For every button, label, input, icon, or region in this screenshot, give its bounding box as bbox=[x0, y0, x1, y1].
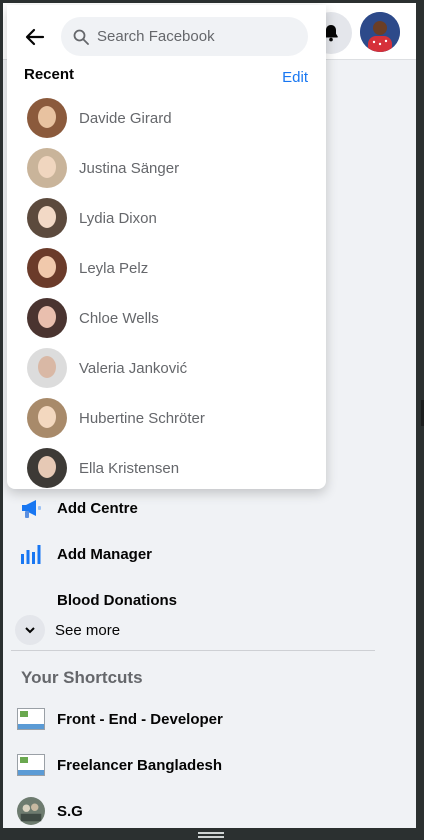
shortcut-sg[interactable]: S.G bbox=[17, 791, 83, 828]
recent-name: Leyla Pelz bbox=[79, 259, 149, 277]
back-button[interactable] bbox=[19, 21, 51, 53]
edit-link[interactable]: Edit bbox=[282, 69, 308, 86]
broken-image-icon bbox=[17, 705, 45, 733]
search-icon bbox=[73, 29, 89, 45]
recent-item-lydia-dixon[interactable]: Lydia Dixon bbox=[27, 193, 317, 243]
bar-chart-icon bbox=[17, 540, 45, 568]
nav-item-label: Add Manager bbox=[57, 545, 153, 563]
broken-image-icon bbox=[17, 751, 45, 779]
resize-handle[interactable] bbox=[198, 832, 224, 834]
search-box[interactable] bbox=[61, 17, 308, 56]
recent-item-chloe-wells[interactable]: Chloe Wells bbox=[27, 293, 317, 343]
avatar bbox=[27, 448, 67, 488]
shortcut-label: Freelancer Bangladesh bbox=[57, 756, 223, 774]
see-more-button[interactable]: See more bbox=[15, 610, 120, 650]
arrow-left-icon bbox=[25, 28, 45, 46]
recent-item-leyla-pelz[interactable]: Leyla Pelz bbox=[27, 243, 317, 293]
shortcut-freelancer-bangladesh[interactable]: Freelancer Bangladesh bbox=[17, 745, 222, 785]
search-input[interactable] bbox=[97, 28, 287, 45]
nav-item-add-centre[interactable]: Add Centre bbox=[17, 488, 138, 528]
recent-title: Recent bbox=[24, 66, 75, 83]
shortcut-label: S.G bbox=[57, 802, 83, 820]
recent-name: Davide Girard bbox=[79, 109, 172, 127]
avatar bbox=[27, 248, 67, 288]
recent-name: Justina Sänger bbox=[79, 159, 180, 177]
avatar bbox=[27, 198, 67, 238]
app-window: Add Centre Add Manager Blood Donations S… bbox=[3, 3, 416, 828]
group-avatar bbox=[17, 797, 45, 825]
avatar bbox=[27, 148, 67, 188]
recent-name: Valeria Janković bbox=[79, 359, 188, 377]
search-dropdown: Recent Edit Davide Girard Justina Sänger… bbox=[7, 5, 326, 489]
recent-list: Davide Girard Justina Sänger Lydia Dixon… bbox=[27, 93, 317, 493]
recent-item-valeria-jankovic[interactable]: Valeria Janković bbox=[27, 343, 317, 393]
recent-item-justina-sanger[interactable]: Justina Sänger bbox=[27, 143, 317, 193]
recent-name: Lydia Dixon bbox=[79, 209, 157, 227]
shortcut-front-end-developer[interactable]: Front - End - Developer bbox=[17, 699, 223, 739]
recent-item-ella-kristensen[interactable]: Ella Kristensen bbox=[27, 443, 317, 493]
shortcut-label: Front - End - Developer bbox=[57, 710, 223, 728]
see-more-label: See more bbox=[55, 621, 121, 639]
avatar bbox=[27, 348, 67, 388]
megaphone-icon bbox=[17, 494, 45, 522]
recent-item-hubertine-schroter[interactable]: Hubertine Schröter bbox=[27, 393, 317, 443]
nav-item-label: Add Centre bbox=[57, 499, 138, 517]
recent-name: Hubertine Schröter bbox=[79, 409, 205, 427]
recent-name: Chloe Wells bbox=[79, 309, 159, 327]
recent-item-davide-girard[interactable]: Davide Girard bbox=[27, 93, 317, 143]
avatar bbox=[27, 398, 67, 438]
divider bbox=[11, 650, 375, 651]
avatar bbox=[27, 298, 67, 338]
nav-item-add-manager[interactable]: Add Manager bbox=[17, 534, 152, 574]
avatar bbox=[27, 98, 67, 138]
shortcuts-title: Your Shortcuts bbox=[21, 668, 143, 687]
nav-item-label: Blood Donations bbox=[57, 591, 177, 609]
profile-avatar[interactable] bbox=[360, 12, 400, 52]
recent-name: Ella Kristensen bbox=[79, 459, 180, 477]
chevron-down-icon bbox=[15, 615, 45, 645]
resize-handle[interactable] bbox=[198, 836, 224, 838]
